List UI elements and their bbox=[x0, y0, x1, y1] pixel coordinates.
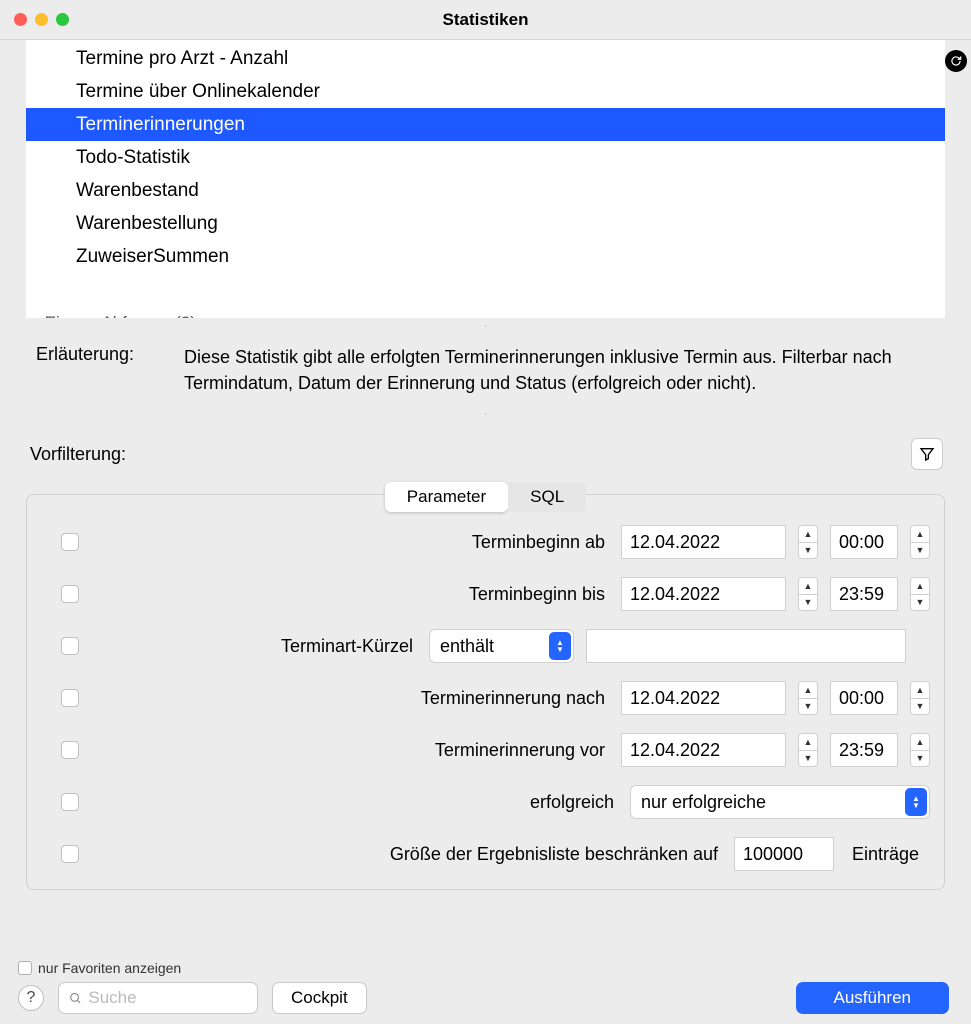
cockpit-button[interactable]: Cockpit bbox=[272, 982, 367, 1014]
date-erinnerung-vor[interactable] bbox=[621, 733, 786, 767]
stepper[interactable]: ▲▼ bbox=[798, 681, 818, 715]
list-item[interactable]: Warenbestellung bbox=[26, 207, 945, 240]
label-erinnerung-vor: Terminerinnerung vor bbox=[97, 740, 609, 761]
label-terminart: Terminart-Kürzel bbox=[97, 636, 417, 657]
input-limit[interactable] bbox=[734, 837, 834, 871]
select-terminart-operator[interactable]: enthält ▲▼ bbox=[429, 629, 574, 663]
own-queries-disclosure[interactable]: › Eigene Abfragen (2) bbox=[26, 273, 945, 318]
parameters-panel: Terminbeginn ab ▲▼ ▲▼ Terminbeginn bis ▲… bbox=[26, 494, 945, 890]
favorites-label: nur Favoriten anzeigen bbox=[38, 960, 181, 976]
list-item[interactable]: Termine pro Arzt - Anzahl bbox=[26, 42, 945, 75]
label-erfolgreich: erfolgreich bbox=[97, 792, 618, 813]
explanation-label: Erläuterung: bbox=[36, 344, 166, 396]
explanation-text: Diese Statistik gibt alle erfolgten Term… bbox=[184, 344, 941, 396]
explanation-row: Erläuterung: Diese Statistik gibt alle e… bbox=[0, 330, 971, 406]
label-limit: Größe der Ergebnisliste beschränken auf bbox=[97, 844, 722, 865]
select-value: enthält bbox=[440, 636, 494, 657]
checkbox-erinnerung-nach[interactable] bbox=[61, 689, 79, 707]
checkbox-erfolgreich[interactable] bbox=[61, 793, 79, 811]
footer: nur Favoriten anzeigen ? Cockpit Ausführ… bbox=[0, 954, 971, 1024]
funnel-icon bbox=[919, 446, 935, 462]
label-terminbeginn-ab: Terminbeginn ab bbox=[97, 532, 609, 553]
date-terminbeginn-bis[interactable] bbox=[621, 577, 786, 611]
stepper[interactable]: ▲▼ bbox=[910, 733, 930, 767]
stepper[interactable]: ▲▼ bbox=[910, 577, 930, 611]
filter-button[interactable] bbox=[911, 438, 943, 470]
checkbox-terminbeginn-bis[interactable] bbox=[61, 585, 79, 603]
search-box[interactable] bbox=[58, 982, 258, 1014]
stepper[interactable]: ▲▼ bbox=[798, 577, 818, 611]
stepper[interactable]: ▲▼ bbox=[910, 525, 930, 559]
label-limit-suffix: Einträge bbox=[852, 844, 919, 865]
own-queries-label: Eigene Abfragen (2) bbox=[45, 313, 196, 318]
select-arrows-icon: ▲▼ bbox=[905, 788, 927, 816]
label-erinnerung-nach: Terminerinnerung nach bbox=[97, 688, 609, 709]
list-item[interactable]: Todo-Statistik bbox=[26, 141, 945, 174]
tab-parameter[interactable]: Parameter bbox=[385, 482, 508, 512]
statistics-list[interactable]: Termine pro Arzt - Anzahl Termine über O… bbox=[26, 40, 945, 318]
checkbox-favorites[interactable] bbox=[18, 961, 32, 975]
checkbox-limit[interactable] bbox=[61, 845, 79, 863]
date-erinnerung-nach[interactable] bbox=[621, 681, 786, 715]
checkbox-erinnerung-vor[interactable] bbox=[61, 741, 79, 759]
checkbox-terminbeginn-ab[interactable] bbox=[61, 533, 79, 551]
select-erfolgreich[interactable]: nur erfolgreiche ▲▼ bbox=[630, 785, 930, 819]
list-item[interactable]: Warenbestand bbox=[26, 174, 945, 207]
help-button[interactable]: ? bbox=[18, 985, 44, 1011]
titlebar: Statistiken bbox=[0, 0, 971, 40]
search-icon bbox=[69, 991, 82, 1006]
splitter-handle[interactable]: · bbox=[0, 318, 971, 330]
time-terminbeginn-ab[interactable] bbox=[830, 525, 898, 559]
window-title: Statistiken bbox=[0, 10, 971, 30]
time-erinnerung-vor[interactable] bbox=[830, 733, 898, 767]
time-terminbeginn-bis[interactable] bbox=[830, 577, 898, 611]
input-terminart-value[interactable] bbox=[586, 629, 906, 663]
date-terminbeginn-ab[interactable] bbox=[621, 525, 786, 559]
time-erinnerung-nach[interactable] bbox=[830, 681, 898, 715]
label-terminbeginn-bis: Terminbeginn bis bbox=[97, 584, 609, 605]
list-item[interactable]: ZuweiserSummen bbox=[26, 240, 945, 273]
splitter-handle[interactable]: · bbox=[0, 406, 971, 418]
checkbox-terminart[interactable] bbox=[61, 637, 79, 655]
prefilter-label: Vorfilterung: bbox=[30, 444, 126, 465]
stepper[interactable]: ▲▼ bbox=[798, 733, 818, 767]
list-item[interactable]: Termine über Onlinekalender bbox=[26, 75, 945, 108]
execute-button[interactable]: Ausführen bbox=[796, 982, 950, 1014]
tab-sql[interactable]: SQL bbox=[508, 482, 586, 512]
select-value: nur erfolgreiche bbox=[641, 792, 766, 813]
search-input[interactable] bbox=[88, 988, 247, 1008]
stepper[interactable]: ▲▼ bbox=[910, 681, 930, 715]
select-arrows-icon: ▲▼ bbox=[549, 632, 571, 660]
chevron-right-icon: › bbox=[34, 315, 39, 318]
stepper[interactable]: ▲▼ bbox=[798, 525, 818, 559]
list-item-selected[interactable]: Terminerinnerungen bbox=[26, 108, 945, 141]
